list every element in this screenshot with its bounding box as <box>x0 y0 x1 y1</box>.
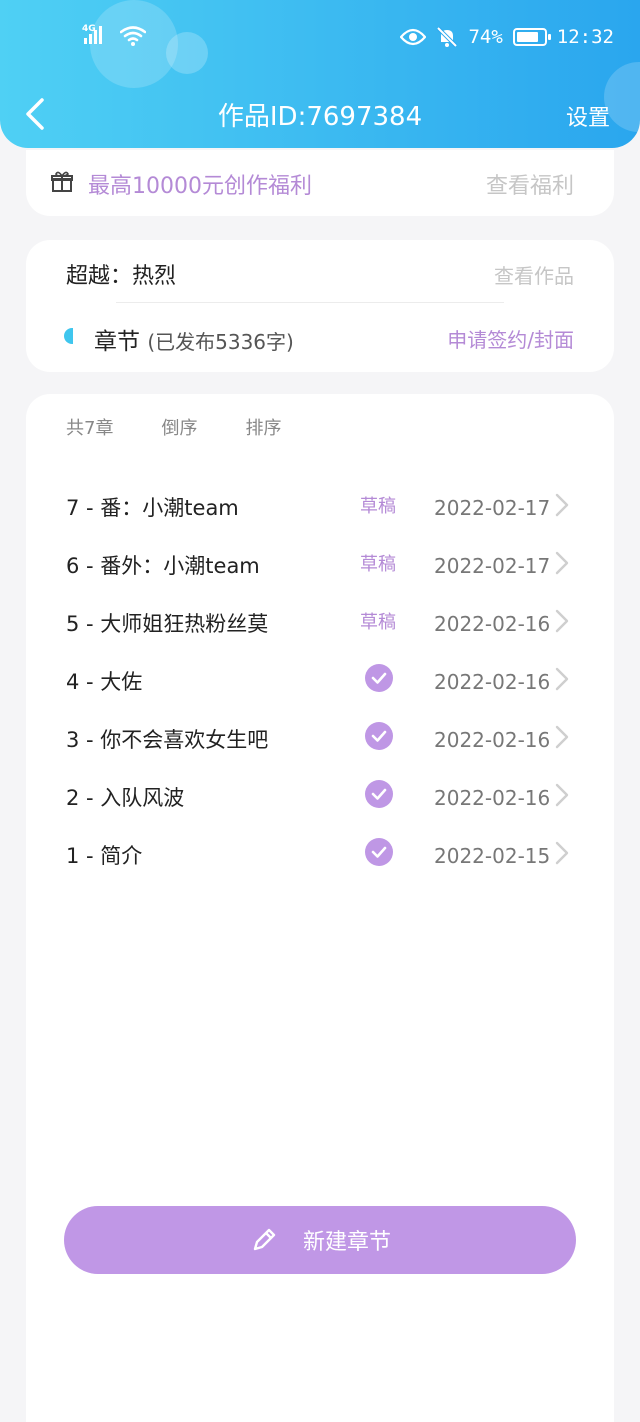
chapter-title: 4 - 大佐 <box>66 670 143 694</box>
chapters-heading: 章节 (已发布5336字) <box>94 322 294 356</box>
chapters-label: 章节 <box>94 329 140 355</box>
battery-icon <box>512 28 551 46</box>
published-check-icon <box>365 838 393 866</box>
chapter-title: 2 - 入队风波 <box>66 786 185 810</box>
chapter-count: 共7章 <box>66 418 114 439</box>
section-marker <box>64 328 73 344</box>
work-info-card: 超越：热烈 查看作品 章节 (已发布5336字) 申请签约/封面 <box>26 240 614 372</box>
battery-percent: 74% <box>468 26 503 48</box>
published-check-icon <box>365 780 393 808</box>
gift-icon <box>51 171 73 192</box>
view-benefits-link[interactable]: 查看福利 <box>486 168 574 200</box>
chapter-date: 2022-02-15 <box>434 844 551 868</box>
chevron-right-icon <box>554 608 570 638</box>
chapter-row[interactable]: 4 - 大佐 2022-02-16 <box>26 652 614 710</box>
published-check-icon <box>365 664 393 692</box>
draft-badge: 草稿 <box>360 554 396 575</box>
reverse-order-button[interactable]: 倒序 <box>161 414 197 440</box>
chapter-date: 2022-02-16 <box>434 786 551 810</box>
chapter-title: 3 - 你不会喜欢女生吧 <box>66 728 269 752</box>
chapter-date: 2022-02-16 <box>434 670 551 694</box>
chapter-date: 2022-02-17 <box>434 554 551 578</box>
view-work-link[interactable]: 查看作品 <box>494 260 574 289</box>
chevron-right-icon <box>554 840 570 870</box>
draft-badge: 草稿 <box>360 496 396 517</box>
clock: 12:32 <box>556 26 614 48</box>
sort-button[interactable]: 排序 <box>245 414 281 440</box>
new-chapter-label: 新建章节 <box>302 1230 391 1255</box>
chapter-row[interactable]: 1 - 简介 2022-02-15 <box>26 826 614 884</box>
chevron-right-icon <box>554 782 570 812</box>
divider <box>116 302 504 303</box>
chevron-right-icon <box>554 666 570 696</box>
wifi-icon <box>120 26 146 46</box>
chapter-date: 2022-02-17 <box>434 496 551 520</box>
work-name: 超越：热烈 <box>66 264 177 289</box>
signal-icon: 4G <box>82 24 102 44</box>
published-check-icon <box>365 722 393 750</box>
chapter-date: 2022-02-16 <box>434 612 551 636</box>
chapter-date: 2022-02-16 <box>434 728 551 752</box>
chapter-list-card: 共7章 倒序 排序 7 - 番：小潮team 草稿 2022-02-17 6 - 番外… <box>26 394 614 1422</box>
chapter-toolbar: 共7章 倒序 排序 <box>66 414 281 440</box>
chapter-title: 5 - 大师姐狂热粉丝莫 <box>66 612 269 636</box>
chapter-title: 7 - 番：小潮team <box>66 496 239 520</box>
chapter-row[interactable]: 6 - 番外：小潮team 草稿 2022-02-17 <box>26 536 614 594</box>
published-word-count: (已发布5336字) <box>147 330 294 354</box>
chapter-row[interactable]: 5 - 大师姐狂热粉丝莫 草稿 2022-02-16 <box>26 594 614 652</box>
chapter-row[interactable]: 2 - 入队风波 2022-02-16 <box>26 768 614 826</box>
network-type: 4G <box>82 24 96 34</box>
new-chapter-button[interactable]: 新建章节 <box>64 1206 576 1274</box>
pencil-icon <box>253 1228 276 1251</box>
settings-button[interactable]: 设置 <box>566 100 610 132</box>
chevron-right-icon <box>554 550 570 580</box>
chapter-row[interactable]: 3 - 你不会喜欢女生吧 2022-02-16 <box>26 710 614 768</box>
top-header: 4G 74% 12:32 作品ID:7697384 设置 <box>0 0 640 148</box>
draft-badge: 草稿 <box>360 612 396 633</box>
bell-muted-icon <box>437 26 458 48</box>
promo-card[interactable]: 最高10000元创作福利 查看福利 <box>26 150 614 216</box>
chevron-right-icon <box>554 724 570 754</box>
status-bar: 4G 74% 12:32 <box>0 22 640 58</box>
promo-text: 最高10000元创作福利 <box>88 174 312 199</box>
page-title: 作品ID:7697384 <box>217 102 423 132</box>
apply-contract-link[interactable]: 申请签约/封面 <box>447 324 574 353</box>
eye-icon <box>400 28 427 46</box>
chapter-title: 6 - 番外：小潮team <box>66 554 260 578</box>
chapter-title: 1 - 简介 <box>66 844 143 868</box>
chevron-right-icon <box>554 492 570 522</box>
chapter-row[interactable]: 7 - 番：小潮team 草稿 2022-02-17 <box>26 478 614 536</box>
